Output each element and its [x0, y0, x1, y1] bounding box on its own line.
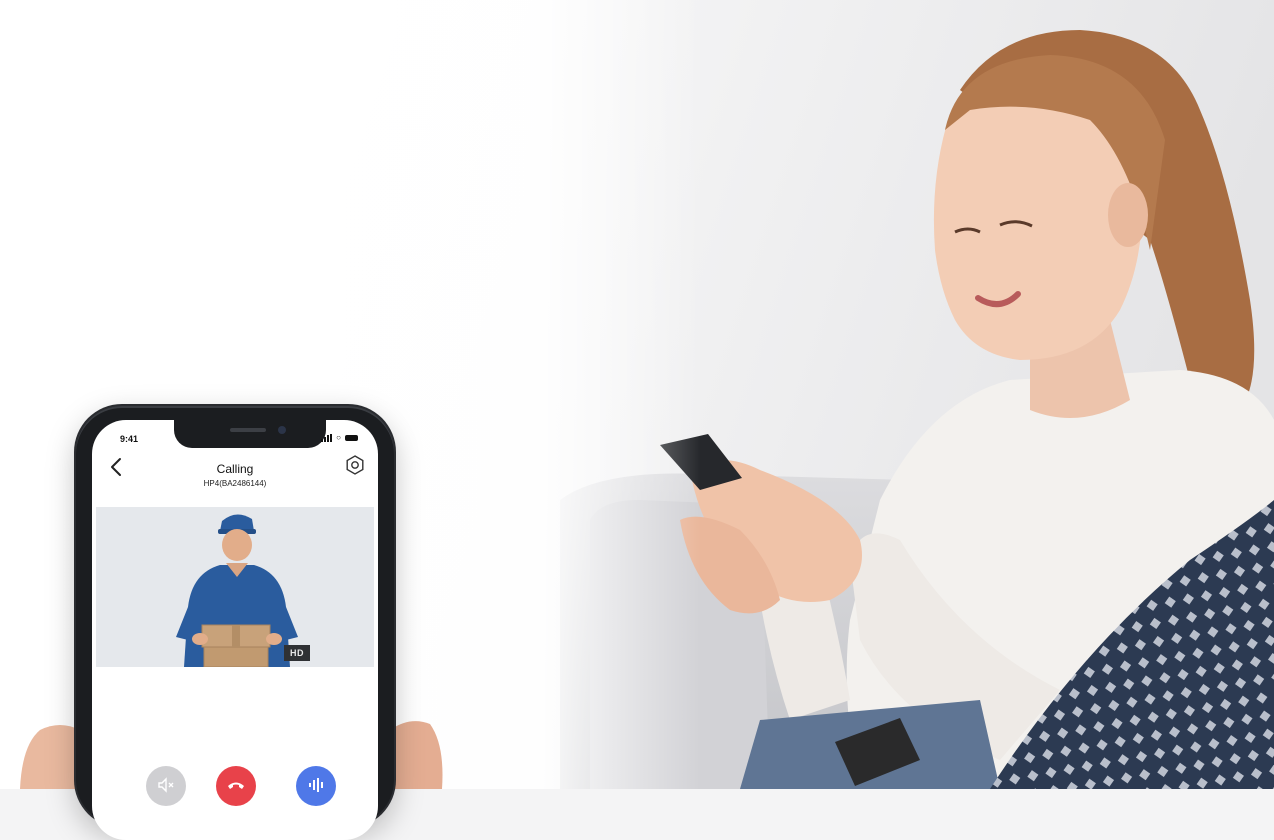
battery-icon [345, 435, 358, 441]
hangup-button[interactable] [216, 766, 256, 806]
status-icons: ○ [321, 434, 358, 442]
app-screen: 9:41 ○ Calling HP4(BA2486144) HD [92, 420, 378, 840]
mute-button[interactable] [146, 766, 186, 806]
doorbell-video-feed[interactable]: HD [96, 507, 374, 667]
hangup-icon [228, 782, 244, 789]
speaker-grille [230, 428, 266, 432]
talk-button[interactable] [296, 766, 336, 806]
courier-with-packages [176, 514, 298, 667]
wifi-icon: ○ [336, 433, 341, 442]
call-status-title: Calling [216, 462, 254, 476]
hd-badge: HD [284, 645, 310, 661]
talk-icon [309, 778, 323, 792]
device-id: HP4(BA2486144) [203, 479, 267, 488]
signal-icon [321, 434, 333, 442]
settings-icon[interactable] [344, 454, 366, 476]
smartphone: 9:41 ○ Calling HP4(BA2486144) HD [76, 406, 394, 840]
phone-notch [174, 420, 326, 448]
front-camera [278, 426, 286, 434]
status-time: 9:41 [120, 434, 139, 444]
mute-icon [158, 777, 174, 793]
